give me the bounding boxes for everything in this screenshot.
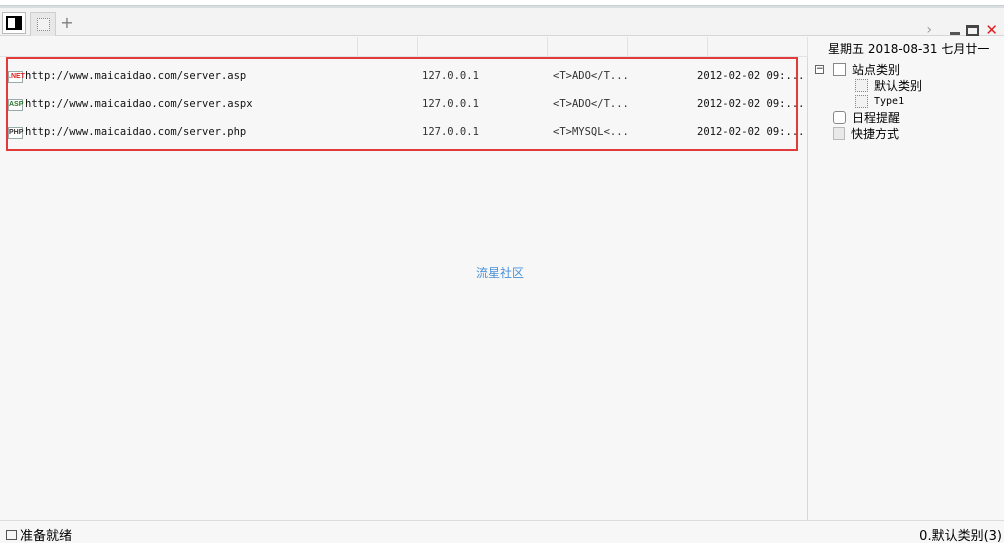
row-config: <T>MYSQL<... [553, 126, 629, 138]
shortcut-icon [833, 126, 845, 140]
column-header-extra[interactable] [418, 37, 548, 57]
category-icon [855, 78, 868, 92]
tree-item-label: 站点类别 [852, 62, 901, 77]
tree-item-default-category[interactable]: 默认类别 [815, 77, 922, 93]
panel-layout-icon [6, 16, 22, 30]
chevron-right-icon[interactable]: › [926, 23, 936, 37]
window-icon [6, 529, 17, 540]
row-url: http://www.maicaidao.com/server.aspx [25, 98, 253, 110]
status-category-count: 0.默认类别(3) [919, 529, 1002, 543]
row-url: http://www.maicaidao.com/server.asp [25, 70, 247, 82]
tab-main-list[interactable] [2, 12, 26, 34]
table-row[interactable]: ASP http://www.maicaidao.com/server.aspx… [8, 90, 804, 118]
column-header-ip[interactable] [358, 37, 418, 57]
site-rows-highlight: .NET http://www.maicaidao.com/server.asp… [6, 57, 804, 151]
maximize-button[interactable] [966, 24, 980, 36]
row-config: <T>ADO</T... [553, 70, 629, 82]
status-text: 准备就绪 [20, 529, 73, 543]
row-ip: 127.0.0.1 [422, 70, 479, 82]
column-header-note[interactable] [628, 37, 708, 57]
status-ready: 准备就绪 [6, 525, 72, 543]
php-file-icon: PHP [8, 127, 23, 139]
category-icon [855, 94, 868, 108]
column-header-date[interactable] [708, 37, 808, 57]
row-url: http://www.maicaidao.com/server.php [25, 126, 247, 138]
list-header [0, 37, 808, 57]
row-date: 2012-02-02 09:... [697, 98, 805, 110]
net-file-icon: .NET [8, 71, 25, 83]
row-ip: 127.0.0.1 [422, 126, 479, 138]
column-header-config[interactable] [548, 37, 628, 57]
row-date: 2012-02-02 09:... [697, 126, 805, 138]
row-config: <T>ADO</T... [553, 98, 629, 110]
tree-item-site-category[interactable]: − 站点类别 [815, 61, 922, 77]
tree-item-schedule[interactable]: 日程提醒 [815, 109, 922, 125]
asp-file-icon: ASP [8, 99, 23, 111]
blank-page-icon [36, 18, 50, 31]
tree-item-label: 快捷方式 [851, 126, 900, 141]
column-header-url[interactable] [0, 37, 358, 57]
status-bar: 准备就绪 0.默认类别(3) [0, 520, 1004, 543]
folder-icon [833, 62, 846, 76]
close-button[interactable]: ✕ [985, 23, 998, 38]
tree-item-label: 日程提醒 [852, 110, 901, 125]
tree-item-type1[interactable]: Type1 [815, 93, 922, 109]
category-tree: − 站点类别 默认类别 Type1 日程提醒 快捷方式 [815, 61, 922, 141]
table-row[interactable]: .NET http://www.maicaidao.com/server.asp… [8, 62, 804, 90]
community-link[interactable]: 流星社区 [476, 264, 524, 281]
category-sidebar: 星期五 2018-08-31 七月廿一 − 站点类别 默认类别 Type1 日程… [809, 37, 1004, 520]
row-ip: 127.0.0.1 [422, 98, 479, 110]
site-list-pane: .NET http://www.maicaidao.com/server.asp… [0, 37, 808, 520]
tree-item-label: 默认类别 [874, 78, 923, 93]
tree-item-shortcuts[interactable]: 快捷方式 [815, 125, 922, 141]
add-tab-button[interactable]: + [60, 14, 74, 32]
date-display: 星期五 2018-08-31 七月廿一 [828, 42, 990, 56]
collapse-icon[interactable]: − [815, 64, 824, 74]
row-date: 2012-02-02 09:... [697, 70, 805, 82]
table-row[interactable]: PHP http://www.maicaidao.com/server.php … [8, 118, 804, 146]
tab-bar: + › ✕ [0, 8, 1004, 38]
minimize-button[interactable] [950, 31, 961, 35]
tree-item-label: Type1 [874, 95, 905, 107]
tab-blank[interactable] [30, 12, 56, 36]
schedule-icon [833, 110, 846, 124]
window-controls: › ✕ [926, 22, 998, 38]
